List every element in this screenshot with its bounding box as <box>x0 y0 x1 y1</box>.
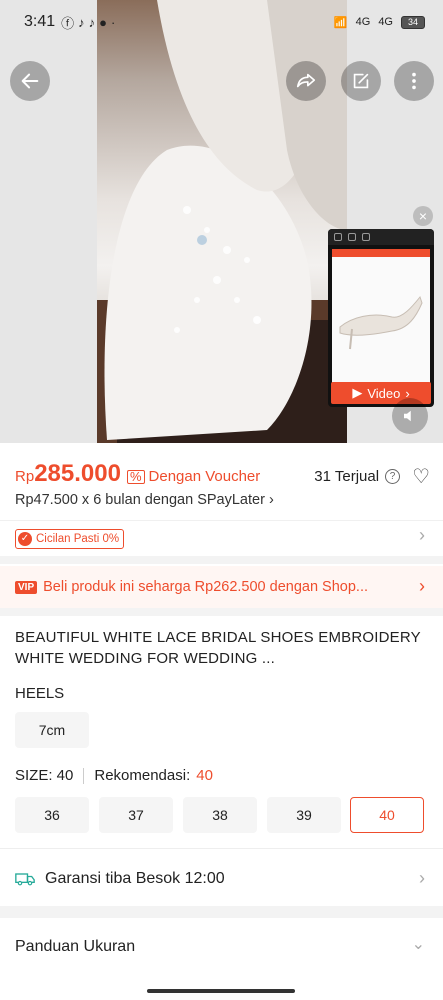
shipping-guarantee-row[interactable]: Garansi tiba Besok 12:00 › <box>0 858 443 900</box>
more-vertical-icon <box>412 72 416 90</box>
sold-count: 31 Terjual ? ♡ <box>314 464 430 489</box>
vip-text: Beli produk ini seharga Rp262.500 dengan… <box>43 579 369 595</box>
size-option-37[interactable]: 37 <box>99 797 173 833</box>
price-row: Rp 285.000 % Dengan Voucher 31 Terjual ?… <box>15 460 430 490</box>
arrow-left-icon <box>21 73 39 89</box>
chevron-right-icon: › <box>268 492 274 508</box>
battery-icon: 34 <box>401 15 425 29</box>
size-option-39[interactable]: 39 <box>267 797 341 833</box>
share-icon <box>296 73 316 88</box>
size-option-36[interactable]: 36 <box>15 797 89 833</box>
voucher-label[interactable]: Dengan Voucher <box>149 468 261 485</box>
status-bar: 3:41 ⓕ ♪ ♪ ● · 📶 4G 4G 34 <box>0 0 443 44</box>
edit-button[interactable] <box>341 61 381 101</box>
shipping-label: Garansi tiba Besok 12:00 <box>45 870 225 887</box>
heart-icon[interactable]: ♡ <box>412 464 430 489</box>
spaylater-label: Rp47.500 x 6 bulan dengan SPayLater <box>15 492 265 508</box>
price-currency: Rp <box>15 468 35 485</box>
cicilan-label: Cicilan Pasti 0% <box>36 533 120 545</box>
voucher-icon: % <box>126 470 145 484</box>
chevron-right-icon: › <box>419 576 425 596</box>
mute-button[interactable] <box>392 398 428 434</box>
dot-icon: · <box>111 14 116 30</box>
size-option-40[interactable]: 40 <box>350 797 424 833</box>
size-option-38[interactable]: 38 <box>183 797 257 833</box>
size-guide-row[interactable]: Panduan Ukuran ⌄ <box>0 926 443 968</box>
shoe-thumbnail <box>339 295 423 350</box>
check-circle-icon: ✓ <box>18 532 32 546</box>
price-amount: 285.000 <box>34 460 121 487</box>
more-button[interactable] <box>394 61 434 101</box>
size-label: SIZE: 40 <box>15 767 74 784</box>
gesture-navigation-bar <box>0 984 443 1000</box>
product-title: BEAUTIFUL WHITE LACE BRIDAL SHOES EMBROI… <box>15 629 421 667</box>
edit-icon <box>353 73 369 89</box>
divider <box>83 767 85 784</box>
divider <box>0 848 443 849</box>
cicilan-badge: ✓ Cicilan Pasti 0% <box>15 529 125 549</box>
video-button-label: Video <box>367 385 401 401</box>
vip-banner[interactable]: VIP Beli produk ini seharga Rp262.500 de… <box>0 566 443 608</box>
close-video-button[interactable]: × <box>413 206 433 226</box>
section-divider <box>0 556 443 564</box>
home-indicator[interactable] <box>147 989 295 993</box>
notification-icons: ⓕ ♪ ♪ ● · <box>61 13 115 32</box>
recommend-label: Rekomendasi: <box>94 767 191 784</box>
back-button[interactable] <box>10 61 50 101</box>
speaker-mute-icon <box>404 410 411 422</box>
spaylater-info[interactable]: Rp47.500 x 6 bulan dengan SPayLater › <box>15 492 274 508</box>
share-button[interactable] <box>286 61 326 101</box>
play-icon: ▶ <box>352 385 363 400</box>
size-guide-label: Panduan Ukuran <box>15 938 136 955</box>
video-topbar <box>328 229 434 245</box>
video-mini-player[interactable]: ▶ Video › <box>328 229 434 407</box>
truck-icon <box>15 873 35 886</box>
video-preview <box>332 249 430 383</box>
heels-option-7cm[interactable]: 7cm <box>15 712 89 748</box>
status-time: 3:41 <box>24 13 56 30</box>
heels-label: HEELS <box>15 685 65 702</box>
help-icon[interactable]: ? <box>385 469 401 484</box>
chevron-down-icon: ⌄ <box>411 936 425 953</box>
network-1-indicator: 4G <box>355 16 371 28</box>
chevron-right-icon: › <box>419 868 425 888</box>
tiktok-icon-2: ♪ <box>88 14 96 30</box>
tiktok-icon: ♪ <box>78 14 85 30</box>
facebook-icon: ⓕ <box>61 15 75 31</box>
network-2-indicator: 4G <box>378 16 393 28</box>
sold-label: 31 Terjual <box>314 468 380 485</box>
recommend-value: 40 <box>196 767 213 784</box>
wifi-icon: 📶 <box>333 16 348 29</box>
app-notification-icon: ● <box>99 14 108 30</box>
section-divider <box>0 906 443 918</box>
cicilan-row[interactable]: ✓ Cicilan Pasti 0% › <box>0 520 443 554</box>
vip-badge: VIP <box>15 580 38 594</box>
section-divider <box>0 608 443 616</box>
size-header: SIZE: 40 Rekomendasi: 40 <box>15 767 213 784</box>
chevron-right-icon: › <box>419 525 425 545</box>
